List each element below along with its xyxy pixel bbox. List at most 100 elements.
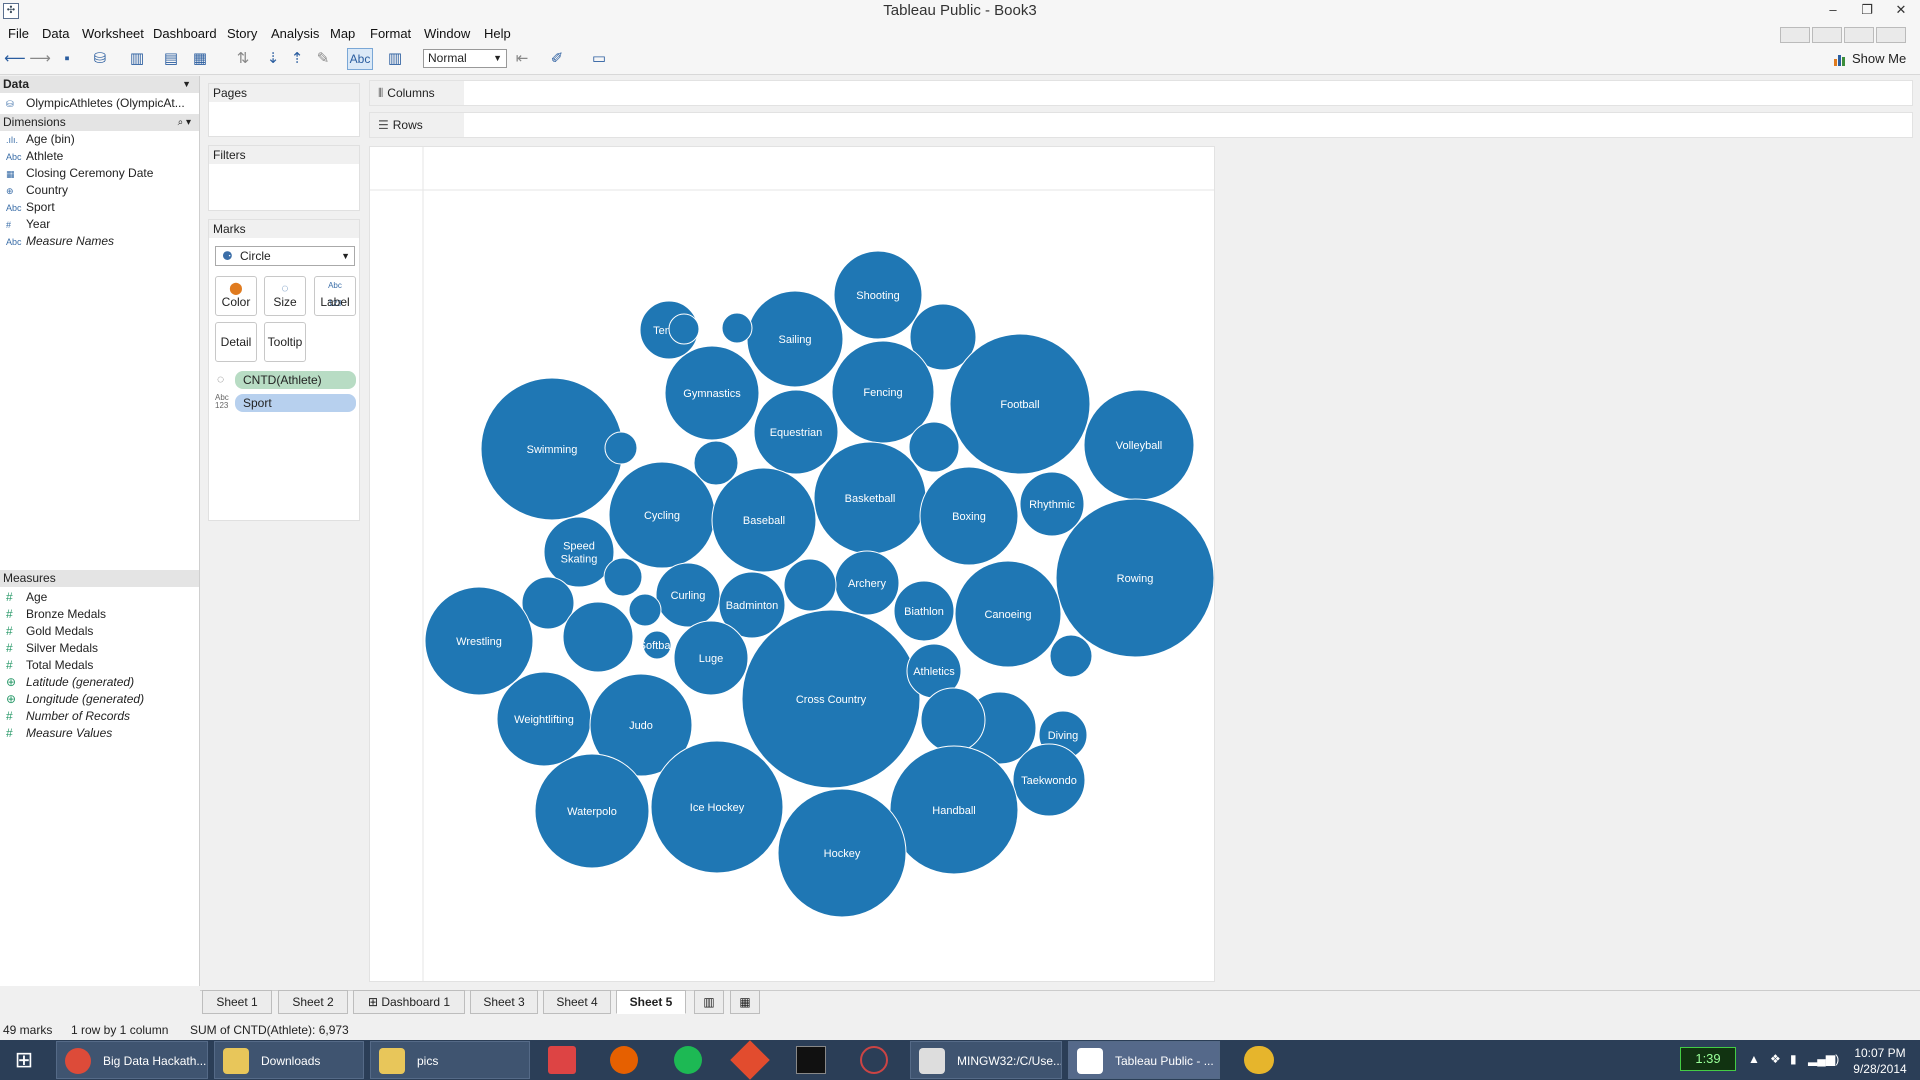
menu-analysis[interactable]: Analysis	[271, 24, 319, 44]
menu-story[interactable]: Story	[227, 24, 257, 44]
menu-worksheet[interactable]: Worksheet	[82, 24, 144, 44]
sheet-tab[interactable]: Sheet 5	[616, 990, 686, 1014]
clear-sheet-icon[interactable]: ▦	[189, 48, 211, 70]
presentation-mode-icon[interactable]	[1780, 27, 1810, 43]
measure-item[interactable]: # Number of Records	[0, 708, 199, 725]
minimize-icon[interactable]: ‒	[1816, 0, 1850, 22]
terminal-icon[interactable]	[796, 1046, 826, 1074]
show-mark-labels-button[interactable]: Abc	[347, 48, 373, 70]
menu-file[interactable]: File	[8, 24, 29, 44]
sheet-tab[interactable]: Sheet 1	[202, 990, 272, 1014]
menu-dashboard[interactable]: Dashboard	[153, 24, 217, 44]
measure-item[interactable]: ⊕ Longitude (generated)	[0, 691, 199, 708]
taskbar-mingw[interactable]: MINGW32:/C/Use...	[910, 1041, 1062, 1079]
bubble-mark[interactable]	[908, 421, 960, 473]
new-worksheet-tab-icon[interactable]: ▥	[694, 990, 724, 1014]
snipping-tool-icon[interactable]	[860, 1046, 888, 1074]
bubble-mark[interactable]	[604, 431, 638, 465]
size-pill[interactable]: CNTD(Athlete)	[235, 371, 356, 389]
taskbar-downloads[interactable]: Downloads	[214, 1041, 364, 1079]
firefox-icon[interactable]	[610, 1046, 638, 1074]
bubble-mark[interactable]	[628, 593, 662, 627]
menu-map[interactable]: Map	[330, 24, 355, 44]
menu-format[interactable]: Format	[370, 24, 411, 44]
new-dashboard-tab-icon[interactable]: ▦	[730, 990, 760, 1014]
menu-help[interactable]: Help	[484, 24, 511, 44]
measure-item[interactable]: # Measure Values	[0, 725, 199, 742]
mark-type-select[interactable]: ⚈ Circle ▼	[215, 246, 355, 266]
dimension-item[interactable]: ▦ Closing Ceremony Date	[0, 165, 199, 182]
measure-item[interactable]: # Total Medals	[0, 657, 199, 674]
datasource-item[interactable]: ⛁ OlympicAthletes (OlympicAt...	[0, 95, 199, 112]
dimension-item[interactable]: ⊕ Country	[0, 182, 199, 199]
taskbar-pics[interactable]: pics	[370, 1041, 530, 1079]
detail-button[interactable]: Detail	[215, 322, 257, 362]
bubble-chart[interactable]: ShootingSailingTennisGymnasticsFencingFo…	[370, 147, 1214, 981]
redo-icon[interactable]: ⟶	[29, 48, 51, 70]
measure-item[interactable]: # Age	[0, 589, 199, 606]
volume-icon[interactable]: ◀)	[1826, 1052, 1839, 1066]
start-icon[interactable]: ⊞	[8, 1046, 40, 1074]
film-strip-icon[interactable]	[1844, 27, 1874, 43]
presentation-icon[interactable]: ▭	[588, 48, 610, 70]
bubble-mark[interactable]	[521, 576, 575, 630]
taskbar-tableau[interactable]: Tableau Public - ...	[1068, 1041, 1220, 1079]
measure-item[interactable]: # Bronze Medals	[0, 606, 199, 623]
highlight-icon[interactable]: ✎	[312, 48, 334, 70]
taskbar-chrome[interactable]: Big Data Hackath...	[56, 1041, 208, 1079]
dimension-item[interactable]: Abc Athlete	[0, 148, 199, 165]
menu-data[interactable]: Data	[42, 24, 69, 44]
duplicate-sheet-icon[interactable]: ▤	[160, 48, 182, 70]
menu-window[interactable]: Window	[424, 24, 470, 44]
dimension-item[interactable]: Abc Sport	[0, 199, 199, 216]
show-hidden-icons-icon[interactable]: ▲	[1748, 1052, 1760, 1066]
pen-icon[interactable]: ✐	[546, 48, 568, 70]
paint-icon[interactable]	[1244, 1046, 1274, 1074]
bubble-mark[interactable]	[562, 601, 634, 673]
fit-select[interactable]: Normal ▼	[423, 49, 507, 68]
sort-descending-icon[interactable]: ⇡	[286, 48, 308, 70]
chart-type-icon[interactable]: ▥	[384, 48, 406, 70]
size-button[interactable]: ◌ Size	[264, 276, 306, 316]
label-button[interactable]: Abc 123 Label	[314, 276, 356, 316]
save-icon[interactable]: ▪	[56, 48, 78, 70]
sort-ascending-icon[interactable]: ⇣	[262, 48, 284, 70]
tooltip-button[interactable]: Tooltip	[264, 322, 306, 362]
bubble-mark[interactable]	[668, 313, 700, 345]
panel-menu-icon[interactable]: ▼	[182, 76, 191, 93]
gmail-icon[interactable]	[548, 1046, 576, 1074]
bubble-mark[interactable]	[783, 558, 837, 612]
undo-icon[interactable]: ⟵	[4, 48, 26, 70]
sheet-tab[interactable]: ⊞ Dashboard 1	[353, 990, 465, 1014]
rows-shelf[interactable]: ☰ Rows	[369, 112, 1913, 138]
spotify-icon[interactable]	[674, 1046, 702, 1074]
bubble-mark[interactable]	[721, 312, 753, 344]
dropbox-icon[interactable]: ❖	[1770, 1052, 1781, 1066]
bubble-mark[interactable]	[920, 687, 986, 753]
fix-axes-icon[interactable]: ⇤	[511, 48, 533, 70]
home-icon[interactable]	[1876, 27, 1906, 43]
bubble-mark[interactable]	[1049, 634, 1093, 678]
dimension-item[interactable]: .ılı. Age (bin)	[0, 131, 199, 148]
new-worksheet-icon[interactable]: ▥	[126, 48, 148, 70]
bubble-mark[interactable]	[603, 557, 643, 597]
dimension-item[interactable]: Abc Measure Names	[0, 233, 199, 250]
new-datasource-icon[interactable]: ⛁	[89, 48, 111, 70]
measure-item[interactable]: # Gold Medals	[0, 623, 199, 640]
swap-icon[interactable]: ⇅	[232, 48, 254, 70]
restore-icon[interactable]: ❐	[1850, 0, 1884, 22]
sheet-tab[interactable]: Sheet 3	[470, 990, 538, 1014]
close-icon[interactable]: ✕	[1884, 0, 1918, 22]
clock-time[interactable]: 10:07 PM	[1848, 1046, 1912, 1060]
sheet-tab[interactable]: Sheet 4	[543, 990, 611, 1014]
columns-shelf[interactable]: ⦀ Columns	[369, 80, 1913, 106]
search-icon[interactable]: ⌕ ▾	[178, 114, 191, 131]
measure-item[interactable]: # Silver Medals	[0, 640, 199, 657]
viz-view[interactable]: ShootingSailingTennisGymnasticsFencingFo…	[369, 146, 1215, 982]
power-icon[interactable]: ▮	[1790, 1052, 1797, 1066]
show-me-icon[interactable]	[1833, 52, 1847, 66]
filters-card[interactable]: Filters	[208, 145, 360, 211]
sheet-sorter-icon[interactable]	[1812, 27, 1842, 43]
measure-item[interactable]: ⊕ Latitude (generated)	[0, 674, 199, 691]
label-pill[interactable]: Sport	[235, 394, 356, 412]
